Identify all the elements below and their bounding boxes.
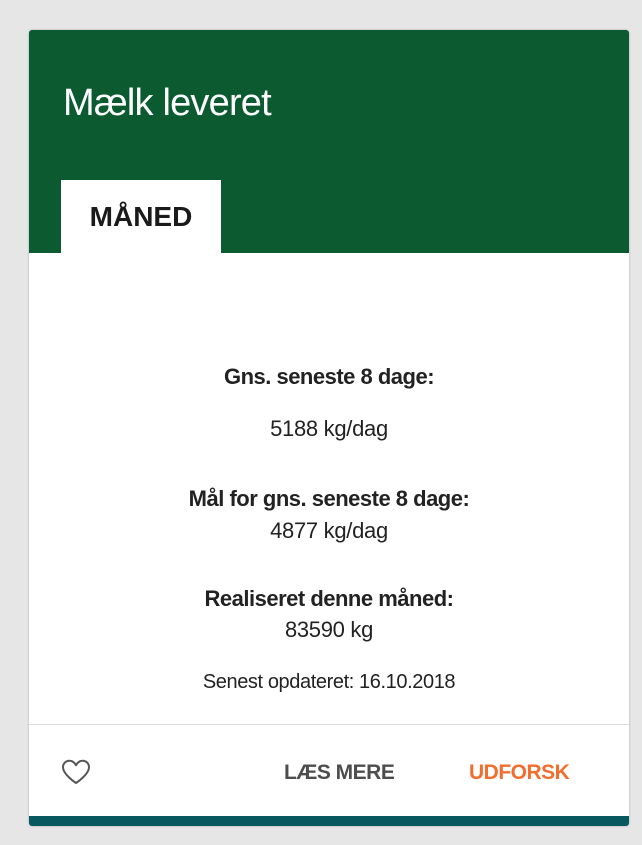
tab-month[interactable]: MÅNED: [61, 180, 221, 253]
heart-icon[interactable]: [61, 759, 91, 785]
card-bottom-bar: [29, 816, 629, 826]
stat-label-realized-month: Realiseret denne måned:: [204, 586, 454, 611]
last-updated-text: Senest opdateret: 16.10.2018: [202, 671, 456, 693]
stat-label-goal-avg-8-days: Mål for gns. seneste 8 dage:: [188, 486, 470, 511]
milk-delivered-card: Mælk leveret MÅNED Gns. seneste 8 dage: …: [29, 30, 629, 826]
stat-value-goal-avg-8-days: 4877 kg/dag: [270, 518, 388, 543]
stat-label-avg-8-days: Gns. seneste 8 dage:: [223, 364, 435, 389]
card-footer: LÆS MERE UDFORSK: [29, 725, 629, 815]
explore-button[interactable]: UDFORSK: [469, 761, 570, 785]
stat-value-avg-8-days: 5188 kg/dag: [270, 416, 388, 441]
card-header: Mælk leveret MÅNED: [29, 30, 629, 253]
card-title: Mælk leveret: [63, 82, 272, 124]
read-more-button[interactable]: LÆS MERE: [284, 761, 395, 785]
stat-value-realized-month: 83590 kg: [284, 617, 374, 642]
